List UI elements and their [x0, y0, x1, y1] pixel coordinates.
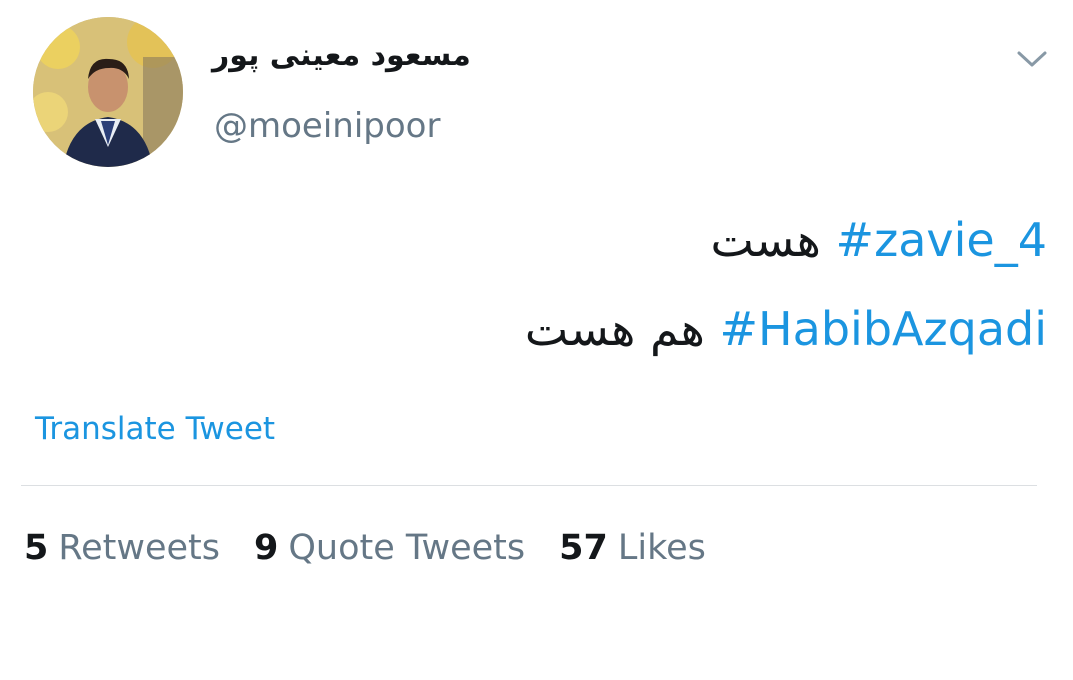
likes-label: Likes: [617, 528, 706, 568]
quote-tweets-label: Quote Tweets: [288, 528, 526, 568]
display-name[interactable]: مسعود معینی پور: [212, 38, 471, 73]
tweet-line: #HabibAzqadi هم هست: [525, 302, 1047, 356]
tweet-stats: 5 Retweets 9 Quote Tweets 57 Likes: [24, 528, 740, 568]
hashtag-link[interactable]: #zavie_4: [836, 213, 1047, 267]
translate-tweet-link[interactable]: Translate Tweet: [35, 411, 275, 447]
user-handle[interactable]: @moeinipoor: [214, 106, 440, 146]
avatar-photo: [33, 17, 183, 167]
hashtag-link[interactable]: #HabibAzqadi: [720, 302, 1047, 356]
avatar[interactable]: [33, 17, 183, 167]
tweet-line: #zavie_4 هست: [710, 213, 1047, 267]
likes-count: 57: [559, 528, 608, 568]
tweet-text: هم هست: [524, 302, 705, 356]
retweets-stat[interactable]: 5 Retweets: [24, 528, 220, 568]
likes-stat[interactable]: 57 Likes: [559, 528, 706, 568]
tweet-text: هست: [710, 213, 821, 267]
chevron-down-icon[interactable]: [1013, 44, 1051, 74]
retweets-count: 5: [24, 528, 49, 568]
quote-tweets-count: 9: [254, 528, 279, 568]
divider: [21, 485, 1037, 486]
retweets-label: Retweets: [58, 528, 221, 568]
quote-tweets-stat[interactable]: 9 Quote Tweets: [254, 528, 525, 568]
